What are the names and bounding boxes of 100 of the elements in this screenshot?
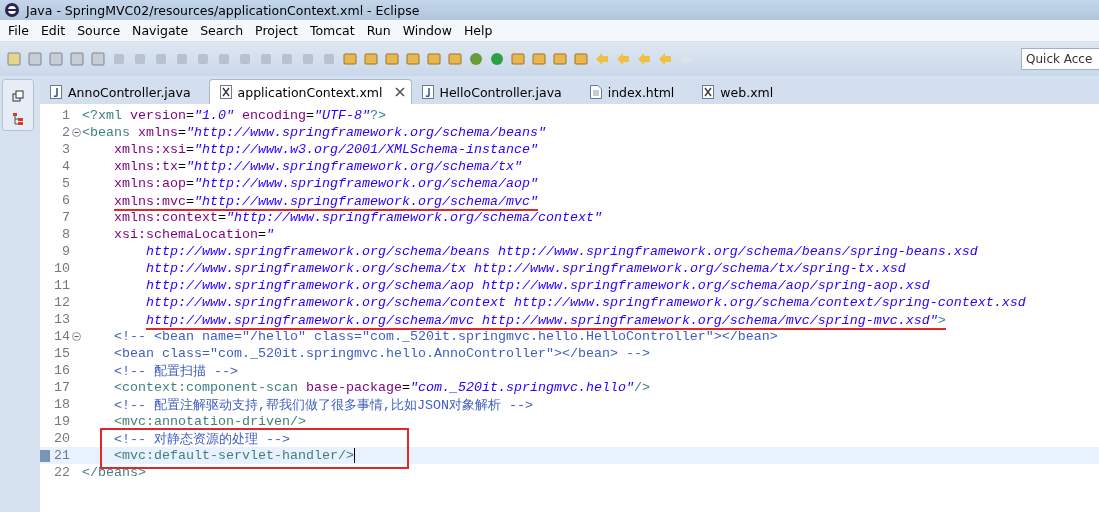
editor-tab[interactable]: AnnoController.java — [40, 80, 209, 104]
xml-file-icon — [219, 85, 232, 99]
code-line: http://www.springframework.org/schema/tx http://www.springframework.org/schema/tx/spring-tx.xsd — [146, 261, 906, 276]
line-number: 18 — [54, 397, 70, 412]
menu-item[interactable]: Project — [250, 23, 305, 38]
toolbar-icon[interactable] — [300, 51, 316, 67]
line-number: 19 — [54, 414, 70, 429]
java-file-icon — [421, 85, 434, 99]
code-line: xmlns:aop="http://www.springframework.org/schema/aop" — [114, 176, 538, 191]
toolbar-icon[interactable] — [258, 51, 274, 67]
editor-tab[interactable]: applicationContext.xml — [208, 79, 412, 104]
menu-item[interactable]: File — [3, 23, 36, 38]
line-number: 17 — [54, 380, 70, 395]
code-line: xsi:schemaLocation=" — [114, 227, 274, 242]
line-number: 3 — [61, 142, 70, 157]
code-line: </beans> — [82, 465, 146, 480]
code-line: <!-- 对静态资源的处理 --> — [114, 430, 290, 448]
toolbar-icon[interactable] — [216, 51, 232, 67]
occurrence-marker — [40, 449, 50, 462]
toolbar-icon[interactable] — [48, 51, 64, 67]
toolbar-icon[interactable] — [573, 51, 589, 67]
toolbar-icon[interactable] — [27, 51, 43, 67]
toolbar-icon[interactable] — [174, 51, 190, 67]
menu-item[interactable]: Tomcat — [304, 23, 362, 38]
toolbar-icon[interactable] — [279, 51, 295, 67]
toolbar-icon[interactable] — [237, 51, 253, 67]
code-line: <mvc:default-servlet-handler/> — [114, 448, 354, 463]
window-title: Java - SpringMVC02/resources/applicationContext.xml - Eclipse — [26, 2, 420, 18]
code-line: <?xml version="1.0" encoding="UTF-8"?> — [82, 108, 386, 123]
code-line: <!-- 配置扫描 --> — [114, 362, 238, 380]
toolbar-icon[interactable] — [426, 51, 442, 67]
code-line: xmlns:context="http://www.springframework.org/schema/context" — [114, 210, 602, 225]
code-line: http://www.springframework.org/schema/context http://www.springframework.org/schema/context/spring-context.xsd — [146, 295, 1026, 310]
toolbar-icon[interactable] — [510, 51, 526, 67]
restore-icon[interactable] — [12, 90, 24, 102]
toolbar-icon[interactable] — [468, 51, 484, 67]
toolbar-icon[interactable] — [111, 51, 127, 67]
code-line: <!-- <bean name="/hello" class="com._520it.springmvc.hello.HelloController"></bean> — [114, 329, 778, 344]
menu-item[interactable]: Help — [458, 23, 500, 38]
toolbar-icon[interactable] — [405, 51, 421, 67]
toolbar-icon[interactable] — [615, 51, 631, 67]
toolbar-icon[interactable] — [132, 51, 148, 67]
toolbar-icon[interactable] — [321, 51, 337, 67]
menu-item[interactable]: Source — [72, 23, 128, 38]
toolbar-icon[interactable] — [153, 51, 169, 67]
toolbar-icon[interactable] — [195, 51, 211, 67]
collapse-icon[interactable] — [71, 332, 81, 341]
menu-item[interactable]: Run — [361, 23, 398, 38]
line-number: 2 — [61, 125, 70, 140]
code-line: <context:component-scan base-package="com._520it.springmvc.hello"/> — [114, 380, 650, 395]
code-line: xmlns:xsi="http://www.w3.org/2001/XMLSchema-instance" — [114, 142, 538, 157]
collapse-icon[interactable] — [71, 128, 81, 137]
line-number: 14 — [54, 329, 70, 344]
close-icon[interactable] — [394, 87, 405, 97]
editor-tab[interactable]: web.xml — [692, 80, 792, 104]
line-number: 22 — [54, 465, 70, 480]
line-number: 1 — [61, 108, 70, 123]
code-line: <mvc:annotation-driven/> — [114, 414, 306, 429]
line-number: 10 — [54, 261, 70, 276]
java-file-icon — [50, 85, 62, 99]
toolbar-icon[interactable] — [531, 51, 547, 67]
menu-item[interactable]: Navigate — [127, 23, 196, 38]
code-line: xmlns:mvc="http://www.springframework.org/schema/mvc" — [114, 193, 538, 211]
toolbar-icon[interactable] — [90, 51, 106, 67]
code-line: xmlns:tx="http://www.springframework.org/schema/tx" — [114, 159, 522, 174]
code-line: http://www.springframework.org/schema/beans http://www.springframework.org/schema/beans/spring-beans.xsd — [146, 244, 978, 259]
line-number: 4 — [61, 159, 70, 174]
line-number: 21 — [54, 448, 70, 463]
quick-access-field[interactable]: Quick Acce — [1021, 48, 1099, 70]
xml-file-icon — [702, 85, 715, 99]
line-number: 8 — [61, 227, 70, 242]
line-number: 15 — [54, 346, 70, 361]
toolbar-icon[interactable] — [552, 51, 568, 67]
line-number: 9 — [61, 244, 70, 259]
code-line: <bean class="com._520it.springmvc.hello.AnnoController"></bean> --> — [114, 346, 650, 361]
toolbar-icon[interactable] — [342, 51, 358, 67]
line-number: 16 — [54, 363, 70, 378]
toolbar-icon[interactable] — [594, 51, 610, 67]
toolbar-icon[interactable] — [69, 51, 85, 67]
menu-item[interactable]: Window — [397, 23, 459, 38]
editor-tab[interactable]: index.html — [579, 80, 693, 104]
editor-tab[interactable]: HelloController.java — [411, 80, 580, 104]
code-line: http://www.springframework.org/schema/mvc http://www.springframework.org/schema/mvc/spring-mvc.xsd"> — [146, 312, 946, 330]
toolbar-icon[interactable] — [6, 51, 22, 67]
code-line: http://www.springframework.org/schema/aop http://www.springframework.org/schema/aop/spring-aop.xsd — [146, 278, 930, 293]
menu-item[interactable]: Edit — [35, 23, 73, 38]
toolbar-icon[interactable] — [363, 51, 379, 67]
text-cursor — [353, 448, 355, 463]
toolbar-icon[interactable] — [447, 51, 463, 67]
hierarchy-icon[interactable] — [12, 112, 24, 126]
line-number: 6 — [61, 193, 70, 208]
toolbar-icon[interactable] — [657, 51, 673, 67]
line-number: 12 — [54, 295, 70, 310]
document-icon — [589, 85, 602, 99]
line-number: 13 — [54, 312, 70, 327]
toolbar-icon[interactable] — [636, 51, 652, 67]
toolbar-icon[interactable] — [384, 51, 400, 67]
toolbar-icon[interactable] — [489, 51, 505, 67]
menu-item[interactable]: Search — [195, 23, 251, 38]
line-number: 7 — [61, 210, 70, 225]
